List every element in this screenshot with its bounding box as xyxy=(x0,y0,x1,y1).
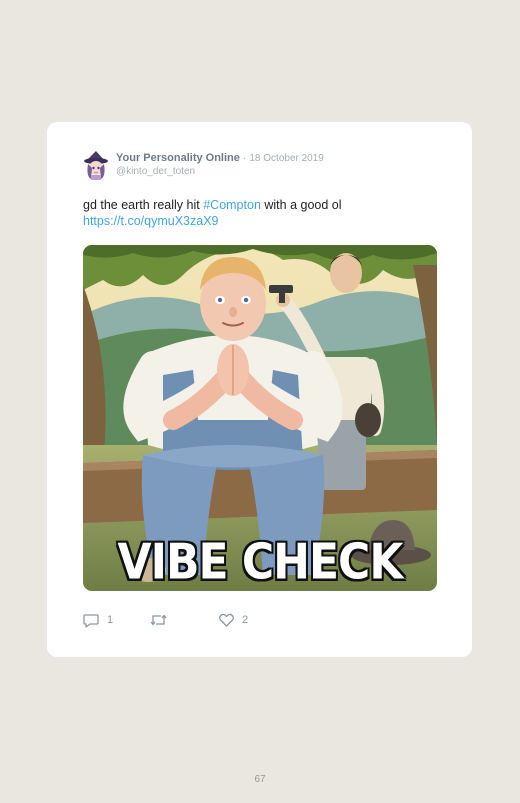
tweet-date[interactable]: 18 October 2019 xyxy=(249,153,324,164)
display-name[interactable]: Your Personality Online xyxy=(116,152,240,164)
user-handle[interactable]: @kinto_der_toten xyxy=(116,166,195,177)
tweet-header: Your Personality Online · 18 October 201… xyxy=(116,152,324,164)
avatar[interactable] xyxy=(83,150,109,180)
like-count: 2 xyxy=(242,614,249,626)
hashtag-link[interactable]: #Compton xyxy=(203,198,261,212)
tweet-text-part: gd the earth really hit xyxy=(83,198,204,212)
tweet-image[interactable]: VIBE CHECK xyxy=(83,245,437,591)
page-number: 67 xyxy=(254,774,266,785)
reply-count: 1 xyxy=(107,614,114,626)
retweet-icon xyxy=(150,613,167,627)
tweet-text-part: with a good ol xyxy=(260,198,342,212)
tweet-actions: 1 2 xyxy=(83,612,437,628)
heart-icon xyxy=(219,613,234,627)
retweet-button[interactable] xyxy=(150,612,167,628)
tweet-url-link[interactable]: https://t.co/qymuX3zaX9 xyxy=(83,214,219,228)
meme-caption: VIBE CHECK xyxy=(117,533,404,591)
tweet-text: gd the earth really hit #Compton with a … xyxy=(83,197,423,229)
separator-dot: · xyxy=(242,153,247,164)
like-button[interactable]: 2 xyxy=(219,612,248,628)
tweet-card: Your Personality Online · 18 October 201… xyxy=(47,122,472,657)
reply-button[interactable]: 1 xyxy=(83,612,113,628)
comment-bubble-icon xyxy=(83,613,99,628)
